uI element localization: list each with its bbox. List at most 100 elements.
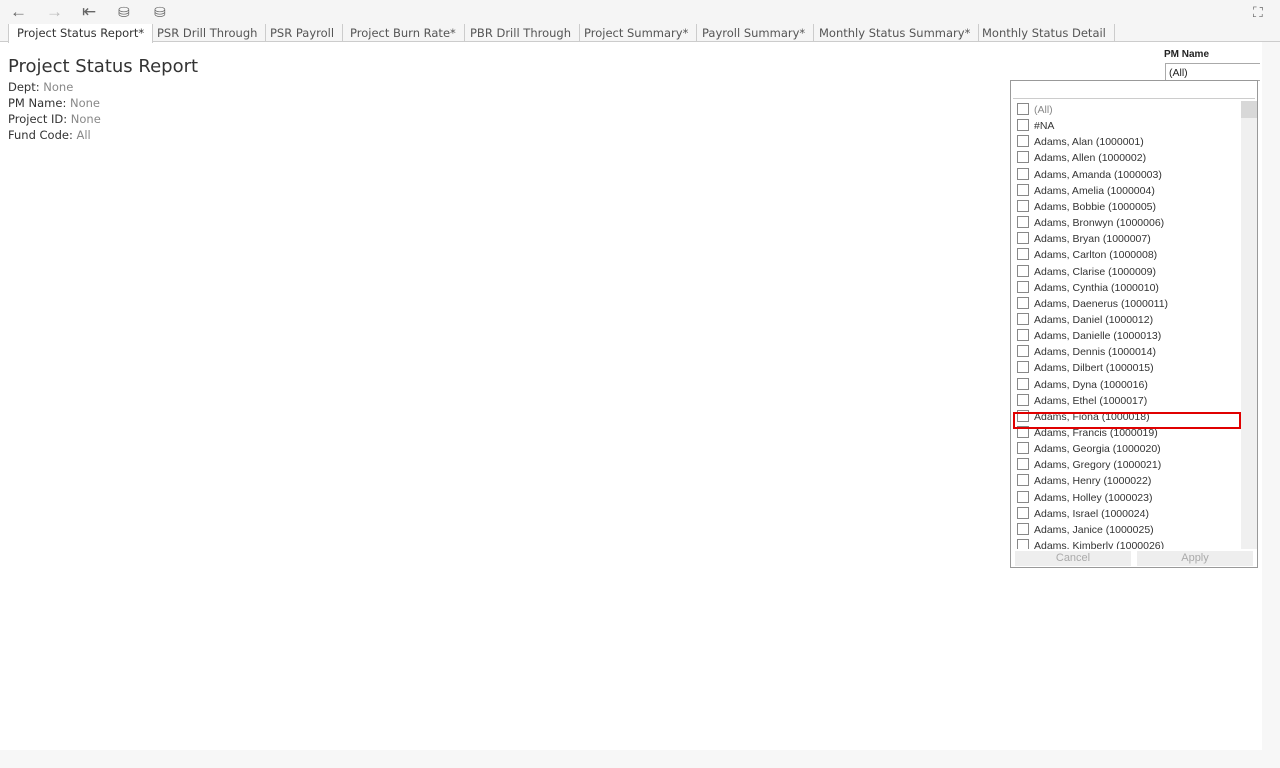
tab-7[interactable]: Monthly Status Summary*: [811, 24, 980, 42]
item-label: Adams, Danielle (1000013): [1034, 330, 1162, 343]
checkbox[interactable]: [1017, 248, 1029, 261]
checkbox[interactable]: [1017, 393, 1029, 406]
filter-item[interactable]: Adams, Ethel (1000017): [1017, 393, 1147, 409]
checkbox[interactable]: [1017, 232, 1029, 245]
filter-item[interactable]: Adams, Daniel (1000012): [1017, 312, 1153, 328]
refresh-data-icon[interactable]: ⛁: [118, 2, 130, 22]
checkbox[interactable]: [1017, 458, 1029, 471]
checkbox[interactable]: [1017, 474, 1029, 487]
report-field: Dept: None: [8, 80, 73, 94]
checkbox[interactable]: [1017, 199, 1029, 212]
filter-search-input[interactable]: [1013, 83, 1255, 99]
item-label: Adams, Allen (1000002): [1034, 152, 1147, 165]
filter-item[interactable]: Adams, Holley (1000023): [1017, 490, 1152, 506]
filter-item[interactable]: Adams, Amelia (1000004): [1017, 183, 1155, 199]
checkbox[interactable]: [1017, 103, 1029, 115]
back-arrow-icon[interactable]: ←: [10, 2, 27, 22]
item-label: Adams, Dennis (1000014): [1034, 346, 1156, 359]
tab-6[interactable]: Payroll Summary*: [694, 24, 815, 42]
filter-item[interactable]: Adams, Janice (1000025): [1017, 522, 1154, 538]
checkbox[interactable]: [1017, 345, 1029, 358]
field-label: PM Name:: [8, 96, 67, 110]
filter-item[interactable]: Adams, Gregory (1000021): [1017, 457, 1161, 473]
filter-item[interactable]: Adams, Dyna (1000016): [1017, 377, 1148, 393]
checkbox[interactable]: [1017, 377, 1029, 390]
filter-item[interactable]: Adams, Amanda (1000003): [1017, 167, 1162, 183]
field-value: None: [70, 112, 101, 126]
checkbox[interactable]: [1017, 539, 1029, 549]
item-label: Adams, Amelia (1000004): [1034, 184, 1155, 197]
checkbox[interactable]: [1017, 135, 1029, 148]
fullscreen-icon[interactable]: ⛶: [1253, 2, 1263, 22]
filter-item[interactable]: Adams, Henry (1000022): [1017, 473, 1151, 489]
filter-item[interactable]: Adams, Israel (1000024): [1017, 506, 1149, 522]
filter-list: Adams, Kimberly (1000026) Adams, Janice (…: [1011, 101, 1241, 549]
item-label: Adams, Carlton (1000008): [1034, 249, 1158, 262]
cancel-button[interactable]: Cancel: [1015, 551, 1131, 566]
item-label: Adams, Kimberly (1000026): [1034, 540, 1165, 549]
report-field: Project ID: None: [8, 112, 101, 126]
field-value: None: [69, 96, 100, 110]
checkbox[interactable]: [1017, 506, 1029, 519]
filter-item[interactable]: Adams, Danielle (1000013): [1017, 328, 1161, 344]
tab-3[interactable]: Project Burn Rate*: [342, 24, 465, 42]
item-label: Adams, Henry (1000022): [1034, 475, 1152, 488]
report-field: Fund Code: All: [8, 128, 91, 142]
tab-8[interactable]: Monthly Status Detail: [974, 24, 1115, 42]
filter-item[interactable]: Adams, Bobbie (1000005): [1017, 199, 1156, 215]
filter-item[interactable]: Adams, Cynthia (1000010): [1017, 280, 1159, 296]
filter-item[interactable]: Adams, Dilbert (1000015): [1017, 360, 1154, 376]
filter-item[interactable]: Adams, Allen (1000002): [1017, 150, 1146, 166]
field-label: Project ID:: [8, 112, 68, 126]
field-value: None: [43, 80, 74, 94]
revert-icon[interactable]: ⇤: [82, 2, 96, 22]
filter-item[interactable]: Adams, Carlton (1000008): [1017, 247, 1157, 263]
toolbar: ← → ⇤ ⛁ ⛁ ⛶: [0, 0, 1280, 24]
item-label: (All): [1034, 104, 1053, 116]
filter-item[interactable]: Adams, Alan (1000001): [1017, 134, 1144, 150]
filter-dropdown-panel: Adams, Kimberly (1000026) Adams, Janice (…: [1010, 80, 1258, 568]
field-value: All: [76, 128, 91, 142]
item-label: Adams, Daniel (1000012): [1034, 313, 1154, 326]
checkbox[interactable]: [1017, 442, 1029, 455]
filter-item[interactable]: Adams, Bronwyn (1000006): [1017, 215, 1164, 231]
tab-0[interactable]: Project Status Report*: [8, 24, 154, 43]
tab-4[interactable]: PBR Drill Through: [462, 24, 580, 42]
tab-5[interactable]: Project Summary*: [576, 24, 698, 42]
right-margin: [1262, 42, 1280, 768]
pause-updates-icon[interactable]: ⛁: [154, 2, 166, 22]
filter-item[interactable]: Adams, Daenerus (1000011): [1017, 296, 1168, 312]
filter-item[interactable]: Adams, Bryan (1000007): [1017, 231, 1151, 247]
apply-button[interactable]: Apply: [1137, 551, 1253, 566]
item-label: Adams, Bobbie (1000005): [1034, 200, 1156, 213]
checkbox[interactable]: [1017, 490, 1029, 503]
checkbox[interactable]: [1017, 216, 1029, 229]
checkbox[interactable]: [1017, 522, 1029, 535]
scrollbar[interactable]: [1241, 101, 1257, 549]
checkbox[interactable]: [1017, 361, 1029, 374]
filter-label: PM Name: [1164, 49, 1210, 60]
checkbox[interactable]: [1017, 151, 1029, 164]
checkbox[interactable]: [1017, 280, 1029, 293]
checkbox[interactable]: [1017, 119, 1029, 132]
filter-item[interactable]: Adams, Georgia (1000020): [1017, 441, 1161, 457]
scrollbar-thumb[interactable]: [1241, 101, 1257, 118]
checkbox[interactable]: [1017, 264, 1029, 277]
filter-item[interactable]: Adams, Clarise (1000009): [1017, 264, 1156, 280]
checkbox[interactable]: [1017, 183, 1029, 196]
item-label: Adams, Dilbert (1000015): [1034, 362, 1154, 375]
filter-item[interactable]: Adams, Kimberly (1000026): [1017, 538, 1164, 549]
tab-2[interactable]: PSR Payroll: [262, 24, 344, 42]
checkbox[interactable]: [1017, 167, 1029, 180]
filter-item[interactable]: (All): [1017, 102, 1053, 118]
item-label: Adams, Bryan (1000007): [1034, 233, 1151, 246]
pm-name-dropdown[interactable]: (All): [1165, 63, 1260, 81]
filter-item[interactable]: #NA: [1017, 118, 1054, 134]
checkbox[interactable]: [1017, 296, 1029, 309]
highlight-box: [1013, 412, 1241, 429]
checkbox[interactable]: [1017, 312, 1029, 325]
checkbox[interactable]: [1017, 329, 1029, 342]
forward-arrow-icon[interactable]: →: [46, 2, 63, 22]
filter-item[interactable]: Adams, Dennis (1000014): [1017, 344, 1156, 360]
tab-1[interactable]: PSR Drill Through: [149, 24, 267, 42]
